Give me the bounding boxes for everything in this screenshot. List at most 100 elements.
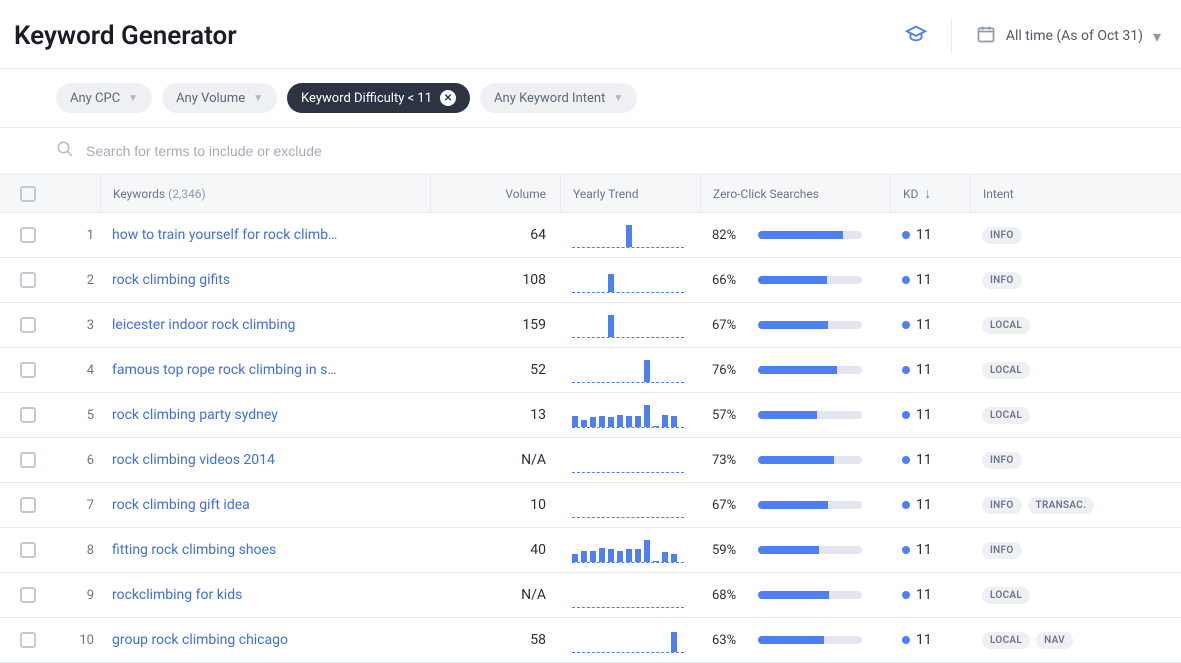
intent-tags: INFOTRANSAC. <box>982 497 1094 514</box>
kd-value: 11 <box>916 272 932 288</box>
row-checkbox[interactable] <box>20 272 36 288</box>
intent-tags: LOCAL <box>982 362 1030 379</box>
kd-dot-icon <box>902 501 910 509</box>
intent-tags: LOCAL <box>982 317 1030 334</box>
row-checkbox[interactable] <box>20 632 36 648</box>
volume-value: 64 <box>430 227 560 243</box>
intent-tags: INFO <box>982 272 1022 289</box>
kd-value: 11 <box>916 452 932 468</box>
keyword-link[interactable]: rock climbing videos 2014 <box>112 452 275 468</box>
volume-value: N/A <box>430 452 560 468</box>
kd-value: 11 <box>916 227 932 243</box>
row-checkbox[interactable] <box>20 497 36 513</box>
header-actions: All time (As of Oct 31) ▾ <box>905 18 1161 54</box>
zero-click-pct: 57% <box>712 408 744 423</box>
table-row: 3 leicester indoor rock climbing 159 67%… <box>0 303 1181 348</box>
col-keywords[interactable]: Keywords (2,346) <box>100 175 430 212</box>
intent-tags: INFO <box>982 452 1022 469</box>
filter-cpc-label: Any CPC <box>70 91 120 106</box>
table-row: 1 how to train yourself for rock climb… … <box>0 213 1181 258</box>
keyword-link[interactable]: how to train yourself for rock climb… <box>112 227 337 243</box>
zero-click-meter: 63% <box>712 633 862 648</box>
keyword-link[interactable]: rock climbing gifits <box>112 272 230 288</box>
row-checkbox[interactable] <box>20 317 36 333</box>
kd-dot-icon <box>902 231 910 239</box>
trend-sparkline <box>572 492 684 518</box>
keyword-link[interactable]: rock climbing party sydney <box>112 407 278 423</box>
zero-click-meter: 76% <box>712 363 862 378</box>
divider <box>951 18 952 54</box>
row-checkbox[interactable] <box>20 587 36 603</box>
intent-tag: INFO <box>982 542 1022 559</box>
volume-value: 58 <box>430 632 560 648</box>
col-intent[interactable]: Intent <box>970 175 1181 212</box>
intent-tag: LOCAL <box>982 407 1030 424</box>
search-input[interactable] <box>86 143 1161 159</box>
select-all-checkbox[interactable] <box>20 186 36 202</box>
chevron-down-icon: ▼ <box>128 93 138 104</box>
intent-tags: LOCAL <box>982 587 1030 604</box>
table-row: 5 rock climbing party sydney 13 57% 11 L… <box>0 393 1181 438</box>
intent-tag: TRANSAC. <box>1028 497 1095 514</box>
kd-dot-icon <box>902 591 910 599</box>
trend-sparkline <box>572 402 684 428</box>
row-checkbox[interactable] <box>20 542 36 558</box>
row-checkbox[interactable] <box>20 452 36 468</box>
filter-intent-label: Any Keyword Intent <box>494 91 605 106</box>
kd-dot-icon <box>902 276 910 284</box>
zero-click-meter: 57% <box>712 408 862 423</box>
zero-click-pct: 66% <box>712 273 744 288</box>
kd-dot-icon <box>902 636 910 644</box>
intent-tag: INFO <box>982 452 1022 469</box>
date-range-selector[interactable]: All time (As of Oct 31) ▾ <box>976 24 1161 48</box>
kd-dot-icon <box>902 321 910 329</box>
filter-intent[interactable]: Any Keyword Intent ▼ <box>480 83 637 113</box>
intent-tag: INFO <box>982 272 1022 289</box>
kd-dot-icon <box>902 366 910 374</box>
search-icon <box>56 140 74 162</box>
keyword-link[interactable]: famous top rope rock climbing in s… <box>112 362 337 378</box>
row-checkbox[interactable] <box>20 362 36 378</box>
zero-click-meter: 68% <box>712 588 862 603</box>
trend-sparkline <box>572 312 684 338</box>
trend-sparkline <box>572 222 684 248</box>
intent-tag: LOCAL <box>982 632 1030 649</box>
close-icon[interactable]: ✕ <box>440 90 456 106</box>
col-zero-click[interactable]: Zero-Click Searches <box>700 175 890 212</box>
col-volume[interactable]: Volume <box>430 175 560 212</box>
intent-tag: LOCAL <box>982 317 1030 334</box>
chevron-down-icon: ▾ <box>1153 27 1161 46</box>
filter-volume[interactable]: Any Volume▼ <box>162 83 277 113</box>
calendar-icon <box>976 24 996 48</box>
zero-click-meter: 73% <box>712 453 862 468</box>
table-row: 10 group rock climbing chicago 58 63% 11… <box>0 618 1181 663</box>
row-rank: 9 <box>56 588 100 603</box>
page-header: Keyword Generator All time (As of Oct 31… <box>0 0 1181 69</box>
row-checkbox[interactable] <box>20 227 36 243</box>
volume-value: 40 <box>430 542 560 558</box>
keyword-link[interactable]: leicester indoor rock climbing <box>112 317 295 333</box>
education-icon[interactable] <box>905 23 927 49</box>
row-rank: 7 <box>56 498 100 513</box>
zero-click-meter: 67% <box>712 498 862 513</box>
kd-value: 11 <box>916 407 932 423</box>
intent-tags: INFO <box>982 542 1022 559</box>
col-trend[interactable]: Yearly Trend <box>560 175 700 212</box>
trend-sparkline <box>572 627 684 653</box>
row-rank: 3 <box>56 318 100 333</box>
keyword-link[interactable]: rockclimbing for kids <box>112 587 242 603</box>
keyword-link[interactable]: fitting rock climbing shoes <box>112 542 276 558</box>
trend-sparkline <box>572 357 684 383</box>
filter-cpc[interactable]: Any CPC ▼ <box>56 83 152 113</box>
row-checkbox[interactable] <box>20 407 36 423</box>
volume-value: N/A <box>430 587 560 603</box>
col-kd[interactable]: KD↓ <box>890 175 970 212</box>
trend-sparkline <box>572 447 684 473</box>
keyword-link[interactable]: group rock climbing chicago <box>112 632 288 648</box>
filter-kd-active[interactable]: Keyword Difficulty < 11✕ <box>287 83 470 113</box>
kd-dot-icon <box>902 411 910 419</box>
kd-value: 11 <box>916 362 932 378</box>
chevron-down-icon: ▼ <box>613 93 623 104</box>
row-rank: 1 <box>56 228 100 243</box>
keyword-link[interactable]: rock climbing gift idea <box>112 497 250 513</box>
